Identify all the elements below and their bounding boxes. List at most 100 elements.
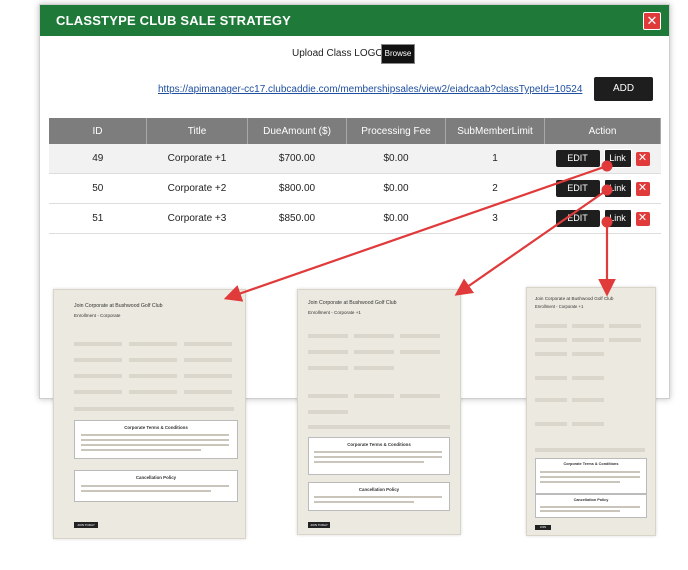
form-field (308, 410, 348, 414)
column-header-due-amount: DueAmount ($) (247, 118, 347, 144)
form-field (572, 352, 604, 356)
join-button[interactable]: JOIN TODAY (74, 522, 98, 528)
column-header-action: Action (544, 118, 661, 144)
form-field (572, 338, 604, 342)
terms-title: Corporate Terms & Conditions (347, 442, 411, 447)
cell-processing-fee: $0.00 (346, 144, 446, 174)
cell-processing-fee: $0.00 (346, 203, 446, 234)
table-row: 49 Corporate +1 $700.00 $0.00 1 EDIT Link… (49, 144, 661, 174)
text-line (540, 481, 620, 483)
form-field (184, 358, 232, 362)
cancellation-title: Cancellation Policy (358, 487, 400, 492)
text-line (81, 485, 229, 487)
browse-button[interactable]: Browse (381, 44, 415, 64)
preview-heading: Join Corporate at Bushwood Golf Club (308, 300, 397, 306)
link-button[interactable]: Link (603, 149, 632, 168)
form-field (535, 398, 567, 402)
form-field (354, 394, 394, 398)
cell-title: Corporate +3 (146, 203, 248, 234)
form-field (184, 342, 232, 346)
form-field (535, 448, 645, 452)
cell-actions: EDIT Link ✕ (544, 203, 661, 234)
terms-box: Corporate Terms & Conditions (74, 420, 238, 459)
column-header-title: Title (146, 118, 248, 144)
text-line (314, 501, 414, 503)
terms-title: Corporate Terms & Conditions (124, 425, 188, 430)
form-field (129, 390, 177, 394)
form-field (308, 334, 348, 338)
preview-heading: Join Corporate at Bushwood Golf Club (535, 296, 614, 301)
form-field (184, 390, 232, 394)
enrollment-preview-1: Join Corporate at Bushwood Golf Club Enr… (53, 289, 246, 539)
cell-actions: EDIT Link ✕ (544, 144, 661, 174)
membership-sales-link[interactable]: https://apimanager-cc17.clubcaddie.com/m… (158, 84, 582, 95)
form-field (308, 366, 348, 370)
enrollment-preview-2: Join Corporate at Bushwood Golf Club Enr… (297, 289, 461, 535)
add-button[interactable]: ADD (594, 77, 653, 101)
column-header-submember-limit: SubMemberLimit (445, 118, 545, 144)
cell-title: Corporate +1 (146, 144, 248, 174)
cell-id: 51 (49, 203, 147, 234)
form-field (354, 350, 394, 354)
form-field (572, 376, 604, 380)
delete-icon[interactable]: ✕ (635, 151, 650, 166)
delete-icon[interactable]: ✕ (635, 181, 650, 196)
edit-button[interactable]: EDIT (555, 150, 600, 167)
form-field (74, 342, 122, 346)
form-field (74, 358, 122, 362)
cancellation-box: Cancellation Policy (308, 482, 450, 511)
form-field (74, 390, 122, 394)
table-row: 50 Corporate +2 $800.00 $0.00 2 EDIT Link… (49, 173, 661, 204)
modal-header: CLASSTYPE CLUB SALE STRATEGY ✕ (40, 5, 669, 36)
cell-title: Corporate +2 (146, 173, 248, 204)
form-field (74, 374, 122, 378)
form-field (572, 422, 604, 426)
form-field (129, 358, 177, 362)
cell-submember-limit: 1 (445, 144, 545, 174)
link-button[interactable]: Link (603, 179, 632, 198)
cancellation-box: Cancellation Policy (74, 470, 238, 502)
link-button[interactable]: Link (603, 209, 632, 228)
form-field (74, 407, 234, 411)
preview-subheading: Enrollment - Corporate +1 (535, 304, 584, 309)
edit-button[interactable]: EDIT (555, 210, 600, 227)
delete-icon[interactable]: ✕ (635, 211, 650, 226)
edit-button[interactable]: EDIT (555, 180, 600, 197)
text-line (314, 496, 442, 498)
modal-title: CLASSTYPE CLUB SALE STRATEGY (56, 13, 292, 28)
form-field (308, 394, 348, 398)
cancellation-title: Cancellation Policy (573, 498, 609, 502)
form-field (354, 334, 394, 338)
enrollment-preview-3: Join Corporate at Bushwood Golf Club Enr… (526, 287, 656, 536)
join-button[interactable]: JOIN (535, 525, 551, 530)
cell-due-amount: $850.00 (247, 203, 347, 234)
table-header-row: ID Title DueAmount ($) Processing Fee Su… (49, 118, 661, 144)
cell-id: 49 (49, 144, 147, 174)
form-field (400, 334, 440, 338)
form-field (184, 374, 232, 378)
strategy-table: ID Title DueAmount ($) Processing Fee Su… (49, 118, 661, 234)
preview-subheading: Enrollment - Corporate +1 (308, 310, 361, 315)
join-button[interactable]: JOIN TODAY (308, 522, 330, 528)
preview-heading: Join Corporate at Bushwood Golf Club (74, 303, 163, 309)
form-field (535, 352, 567, 356)
form-field (609, 338, 641, 342)
cancellation-title: Cancellation Policy (135, 475, 177, 480)
close-icon[interactable]: ✕ (643, 12, 661, 30)
form-field (535, 422, 567, 426)
form-field (572, 398, 604, 402)
cell-due-amount: $800.00 (247, 173, 347, 204)
form-field (572, 324, 604, 328)
form-field (400, 350, 440, 354)
text-line (540, 506, 640, 508)
form-field (308, 350, 348, 354)
text-line (81, 444, 229, 446)
preview-subheading: Enrollment - Corporate (74, 313, 121, 318)
form-field (354, 366, 394, 370)
column-header-processing-fee: Processing Fee (346, 118, 446, 144)
form-field (308, 425, 450, 429)
cell-processing-fee: $0.00 (346, 173, 446, 204)
upload-logo-label: Upload Class LOGO (292, 48, 384, 59)
upload-logo-row: Upload Class LOGO Browse (40, 41, 669, 65)
text-line (540, 471, 640, 473)
